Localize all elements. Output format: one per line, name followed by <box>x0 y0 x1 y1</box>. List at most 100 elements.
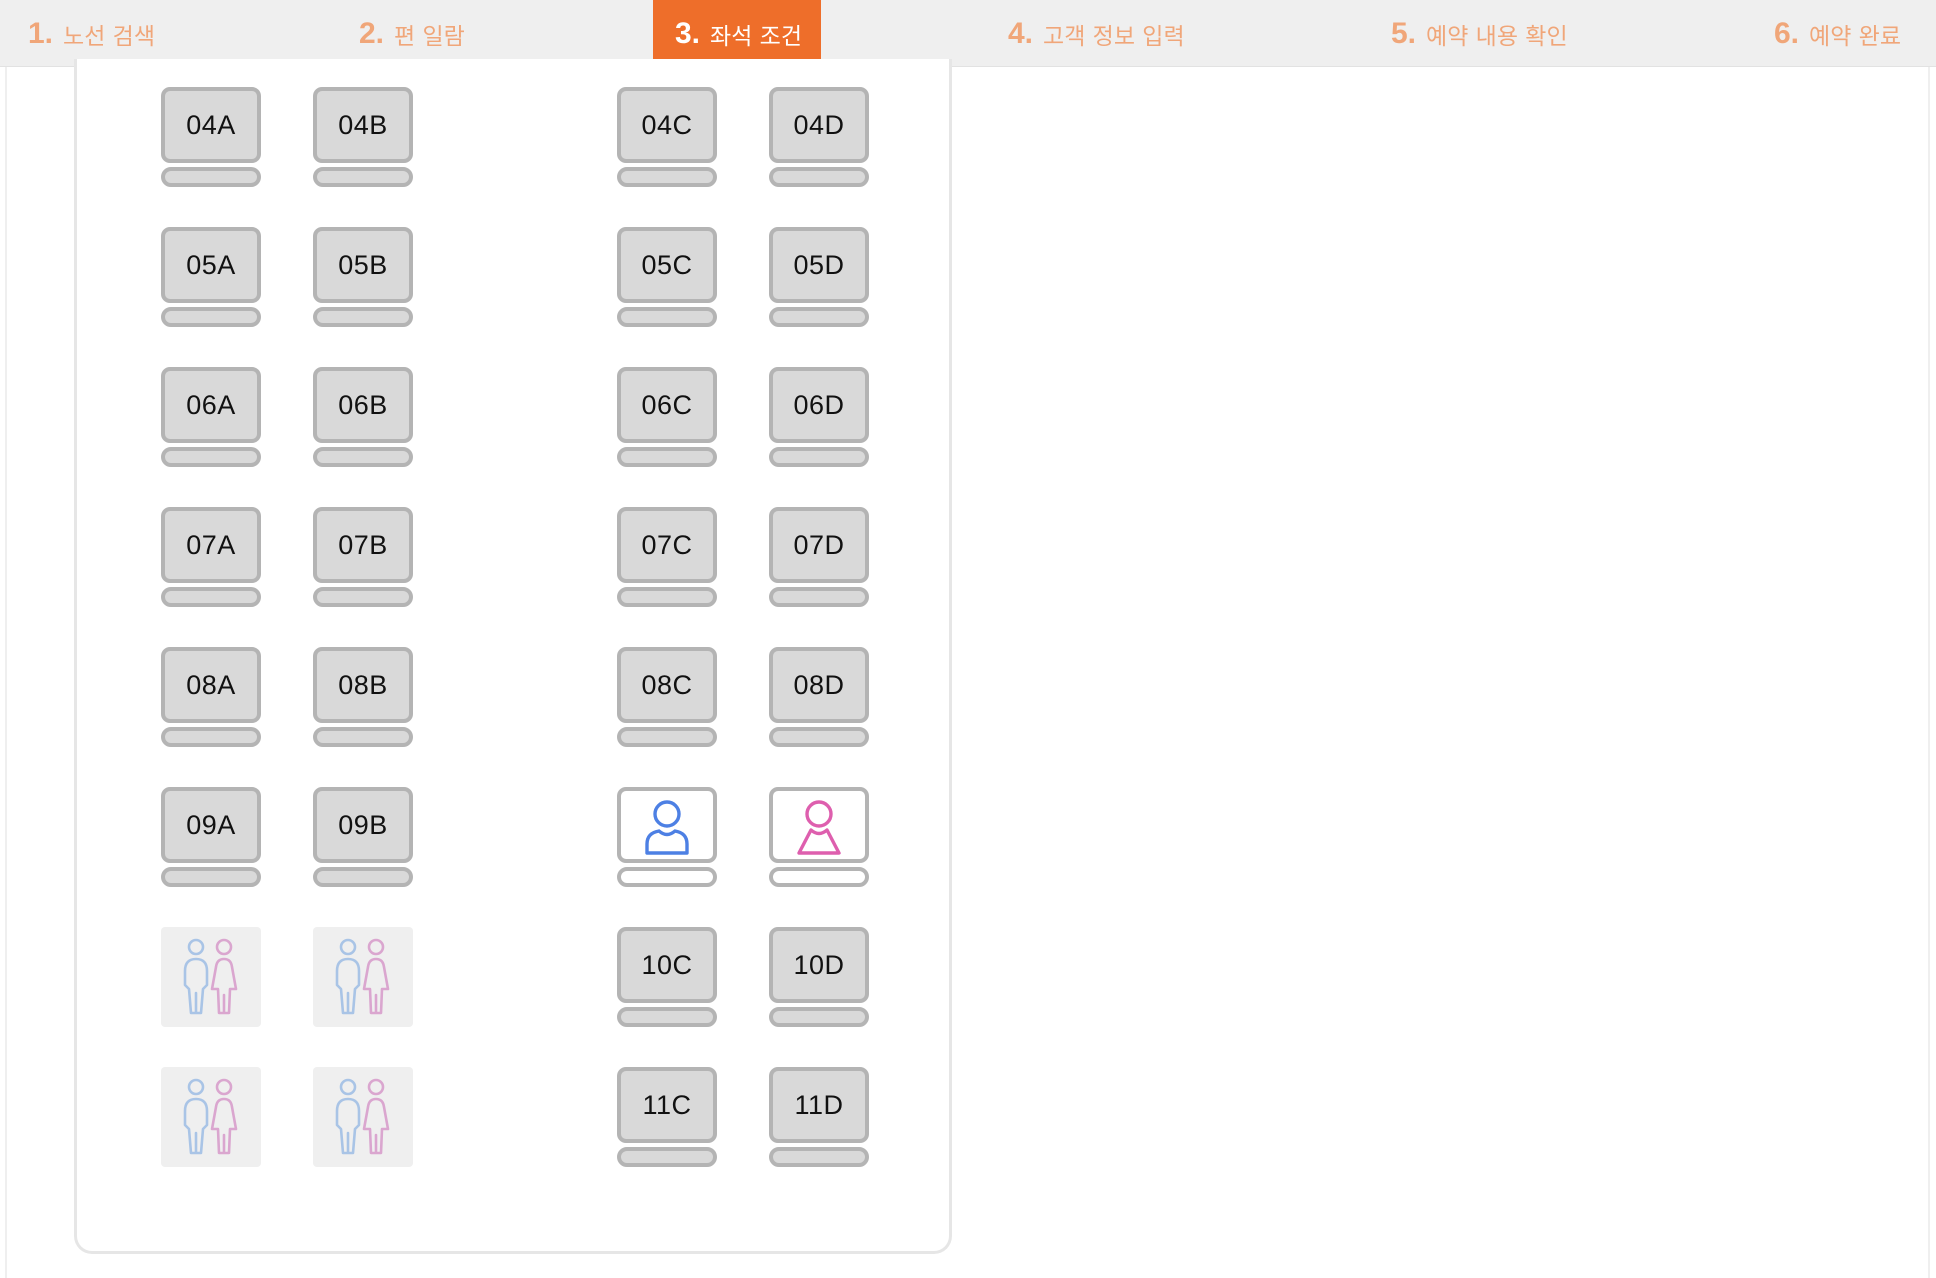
seat-07A[interactable]: 07A <box>161 507 261 607</box>
seat-back: 06A <box>161 367 261 443</box>
seat-07D[interactable]: 07D <box>769 507 869 607</box>
seat-cushion <box>313 867 413 887</box>
seat-back: 07B <box>313 507 413 583</box>
seat-back <box>617 787 717 863</box>
seat-cushion <box>617 727 717 747</box>
seat-06A[interactable]: 06A <box>161 367 261 467</box>
step-label: 편 일람 <box>394 23 465 50</box>
seat-back: 08D <box>769 647 869 723</box>
seat-number: 04A <box>186 109 236 140</box>
step-label: 좌석 조건 <box>710 23 802 50</box>
seat-back: 08A <box>161 647 261 723</box>
seat-cushion <box>769 587 869 607</box>
seat-cushion <box>161 307 261 327</box>
seat-06B[interactable]: 06B <box>313 367 413 467</box>
seat-05D[interactable]: 05D <box>769 227 869 327</box>
seat-number: 11D <box>794 1089 844 1120</box>
seat-number: 09A <box>186 809 236 840</box>
seat-number: 06A <box>186 389 236 420</box>
seat-cushion <box>313 307 413 327</box>
seat-number: 07A <box>186 529 236 560</box>
seat-10D[interactable]: 10D <box>769 927 869 1027</box>
step-flight-list[interactable]: 2. 편 일람 <box>359 0 465 67</box>
seat-cushion <box>313 587 413 607</box>
seat-back: 08B <box>313 647 413 723</box>
seat-back: 05C <box>617 227 717 303</box>
restroom-icon <box>183 1078 238 1155</box>
seat-cushion <box>769 867 869 887</box>
seat-back: 05D <box>769 227 869 303</box>
seat-number: 05B <box>338 249 388 280</box>
seat-number: 10C <box>641 949 693 980</box>
seat-back: 05A <box>161 227 261 303</box>
seat-back: 10D <box>769 927 869 1003</box>
seat-cushion <box>617 1007 717 1027</box>
step-route-search[interactable]: 1. 노선 검색 <box>28 0 155 67</box>
seat-08D[interactable]: 08D <box>769 647 869 747</box>
seat-cushion <box>769 727 869 747</box>
seat-06D[interactable]: 06D <box>769 367 869 467</box>
seat-cushion <box>617 1147 717 1167</box>
seat-08C[interactable]: 08C <box>617 647 717 747</box>
seat-back: 10C <box>617 927 717 1003</box>
seat-back: 07D <box>769 507 869 583</box>
seat-number: 05A <box>186 249 236 280</box>
seat-number: 07D <box>793 529 845 560</box>
seat-05C[interactable]: 05C <box>617 227 717 327</box>
seat-back: 06D <box>769 367 869 443</box>
seat-cushion <box>313 167 413 187</box>
seat-number: 06C <box>641 389 693 420</box>
seat-back: 07A <box>161 507 261 583</box>
seat-05B[interactable]: 05B <box>313 227 413 327</box>
seat-number: 04B <box>338 109 388 140</box>
seat-back <box>769 787 869 863</box>
seat-09B[interactable]: 09B <box>313 787 413 887</box>
seat-back: 09B <box>313 787 413 863</box>
seat-04C[interactable]: 04C <box>617 87 717 187</box>
seat-04A[interactable]: 04A <box>161 87 261 187</box>
restroom-icon <box>183 938 238 1015</box>
seat-07B[interactable]: 07B <box>313 507 413 607</box>
seat-cushion <box>161 447 261 467</box>
seat-08A[interactable]: 08A <box>161 647 261 747</box>
seat-09C-occupied-male <box>617 787 717 887</box>
seat-cushion <box>617 307 717 327</box>
seat-back: 07C <box>617 507 717 583</box>
seat-cushion <box>161 867 261 887</box>
seat-number: 09B <box>338 809 388 840</box>
step-number: 2. <box>359 16 385 50</box>
seat-cushion <box>161 587 261 607</box>
seat-10C[interactable]: 10C <box>617 927 717 1027</box>
step-confirm-reservation[interactable]: 5. 예약 내용 확인 <box>1391 0 1568 67</box>
restroom <box>161 927 261 1027</box>
seat-04D[interactable]: 04D <box>769 87 869 187</box>
seat-11D[interactable]: 11D <box>769 1067 869 1167</box>
step-customer-info[interactable]: 4. 고객 정보 입력 <box>1008 0 1185 67</box>
seat-04B[interactable]: 04B <box>313 87 413 187</box>
seat-number: 05C <box>641 249 693 280</box>
seat-cushion <box>161 727 261 747</box>
seat-09A[interactable]: 09A <box>161 787 261 887</box>
restroom <box>313 927 413 1027</box>
restroom <box>313 1067 413 1167</box>
seat-number: 08B <box>338 669 388 700</box>
seat-05A[interactable]: 05A <box>161 227 261 327</box>
seat-11C[interactable]: 11C <box>617 1067 717 1167</box>
seat-06C[interactable]: 06C <box>617 367 717 467</box>
seat-number: 05D <box>793 249 845 280</box>
restroom-icon <box>335 938 390 1015</box>
seat-09D-occupied-female <box>769 787 869 887</box>
seat-number: 08A <box>186 669 236 700</box>
step-label: 예약 내용 확인 <box>1426 23 1568 50</box>
step-number: 4. <box>1008 16 1034 50</box>
step-seat-condition[interactable]: 3. 좌석 조건 <box>653 0 821 84</box>
seat-08B[interactable]: 08B <box>313 647 413 747</box>
female-passenger-icon <box>797 800 841 855</box>
seat-cushion <box>617 167 717 187</box>
seat-back: 04D <box>769 87 869 163</box>
seat-07C[interactable]: 07C <box>617 507 717 607</box>
seat-back: 04B <box>313 87 413 163</box>
seat-back: 11C <box>617 1067 717 1143</box>
step-reservation-complete[interactable]: 6. 예약 완료 <box>1774 0 1901 67</box>
seat-map: 04A 04B 04C 04D 05A 05B 05C 05D 06A 06B … <box>74 59 952 1254</box>
